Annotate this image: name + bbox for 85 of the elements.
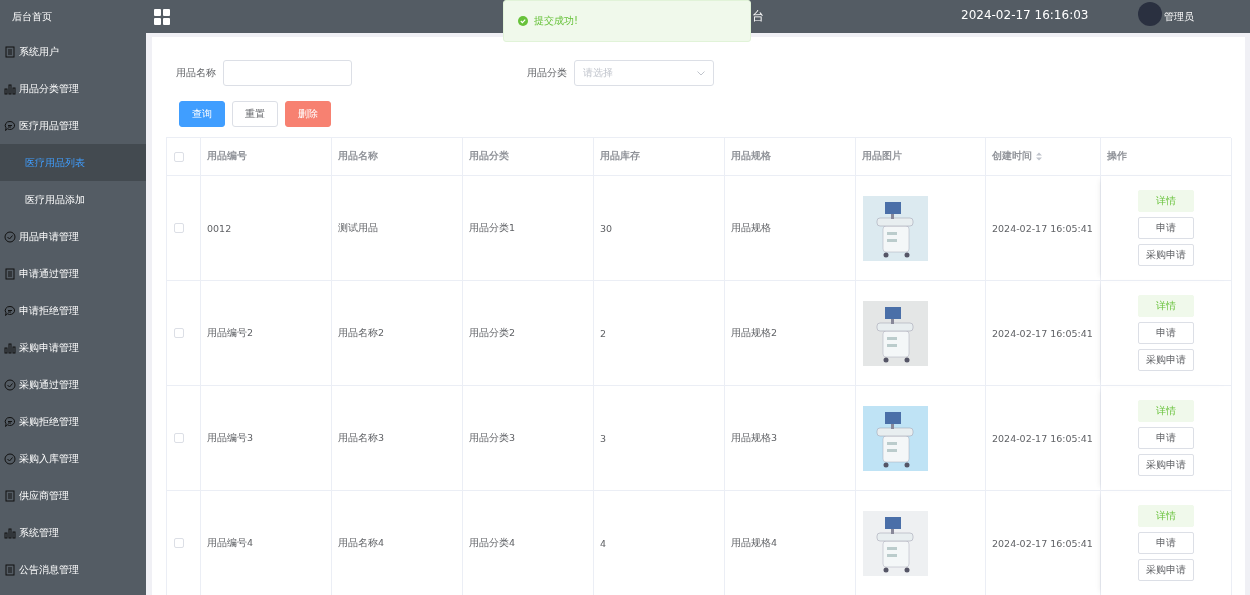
bar-chart-icon <box>4 82 16 95</box>
field-label: 用品分类 <box>527 66 567 80</box>
checkbox[interactable] <box>174 223 184 233</box>
sort-icon[interactable] <box>1036 152 1042 161</box>
table-cell: 2 <box>600 327 607 339</box>
table-cell: 用品分类4 <box>469 536 516 550</box>
chat-icon <box>4 415 16 428</box>
chat-icon <box>4 119 16 132</box>
document-icon <box>4 267 16 280</box>
purchase-request-button[interactable]: 采购申请 <box>1138 454 1194 476</box>
table-cell: 用品编号2 <box>207 326 254 340</box>
table-cell: 3 <box>600 432 607 444</box>
table-cell: 用品分类3 <box>469 431 516 445</box>
sidebar-item[interactable]: 系统用户 <box>0 33 146 70</box>
table-cell: 用品名称2 <box>338 326 385 340</box>
datetime: 2024-02-17 16:16:03 <box>961 8 1089 22</box>
checkbox[interactable] <box>174 151 184 162</box>
column-header: 用品图片 <box>862 150 902 163</box>
table-cell: 用品规格2 <box>731 326 778 340</box>
sidebar-item[interactable]: 供应商管理 <box>0 477 146 514</box>
column-header: 用品库存 <box>600 150 640 163</box>
column-header: 用品名称 <box>338 150 378 163</box>
table-cell: 30 <box>600 222 613 234</box>
table-cell: 用品编号3 <box>207 431 254 445</box>
sidebar-item[interactable]: 采购入库管理 <box>0 440 146 477</box>
chevron-down-icon <box>697 70 705 76</box>
purchase-request-button[interactable]: 采购申请 <box>1138 349 1194 371</box>
column-header: 用品编号 <box>207 150 247 163</box>
table-cell: 用品规格3 <box>731 431 778 445</box>
table-cell: 2024-02-17 16:05:41 <box>992 537 1093 549</box>
table-cell: 用品编号4 <box>207 536 254 550</box>
check-circle-icon <box>4 452 16 465</box>
check-circle-icon <box>4 230 16 243</box>
checkbox[interactable] <box>174 433 184 443</box>
user-name[interactable]: 管理员 <box>1164 10 1194 24</box>
chat-icon <box>4 304 16 317</box>
apply-button[interactable]: 申请 <box>1138 322 1194 344</box>
column-header: 操作 <box>1107 150 1127 163</box>
table-cell: 用品名称3 <box>338 431 385 445</box>
sidebar-item[interactable]: 采购申请管理 <box>0 329 146 366</box>
sidebar-item[interactable]: 用品申请管理 <box>0 218 146 255</box>
table-cell: 用品分类2 <box>469 326 516 340</box>
sidebar-item[interactable]: 申请通过管理 <box>0 255 146 292</box>
document-icon <box>4 45 16 58</box>
checkbox[interactable] <box>174 538 184 548</box>
table-cell: 0012 <box>207 222 232 234</box>
submenu-item[interactable]: 医疗用品添加 <box>0 181 146 218</box>
purchase-request-button[interactable]: 采购申请 <box>1138 559 1194 581</box>
table-cell: 用品名称4 <box>338 536 385 550</box>
check-circle-icon <box>518 16 528 26</box>
sidebar-item[interactable]: 公告消息管理 <box>0 551 146 588</box>
sidebar-item[interactable]: 采购通过管理 <box>0 366 146 403</box>
table-cell: 4 <box>600 537 607 549</box>
check-circle-icon <box>4 378 16 391</box>
name-input[interactable] <box>223 60 352 86</box>
sidebar-item[interactable]: 系统管理 <box>0 514 146 551</box>
table-cell: 2024-02-17 16:05:41 <box>992 432 1093 444</box>
table-cell: 用品规格4 <box>731 536 778 550</box>
checkbox[interactable] <box>174 328 184 338</box>
sidebar-item[interactable]: 医疗用品管理 <box>0 107 146 144</box>
table-cell: 用品分类1 <box>469 221 516 235</box>
table-cell: 2024-02-17 16:05:41 <box>992 222 1093 234</box>
app-title: 台 <box>752 8 764 25</box>
apply-button[interactable]: 申请 <box>1138 427 1194 449</box>
purchase-request-button[interactable]: 采购申请 <box>1138 244 1194 266</box>
column-header: 用品分类 <box>469 150 509 163</box>
apply-button[interactable]: 申请 <box>1138 532 1194 554</box>
bar-chart-icon <box>4 526 16 539</box>
field-label: 用品名称 <box>176 66 216 80</box>
document-icon <box>4 563 16 576</box>
home-link[interactable]: 后台首页 <box>0 0 146 33</box>
toast-message: 提交成功! <box>534 14 578 28</box>
sidebar-item[interactable]: 用品分类管理 <box>0 70 146 107</box>
sidebar-item[interactable]: 采购拒绝管理 <box>0 403 146 440</box>
bar-chart-icon <box>4 341 16 354</box>
apply-button[interactable]: 申请 <box>1138 217 1194 239</box>
sidebar-item[interactable]: 申请拒绝管理 <box>0 292 146 329</box>
table-cell: 2024-02-17 16:05:41 <box>992 327 1093 339</box>
grid-menu-icon[interactable] <box>154 8 170 25</box>
reset-button[interactable]: 重置 <box>232 101 278 127</box>
avatar[interactable] <box>1138 2 1162 26</box>
table-cell: 用品规格 <box>731 221 771 235</box>
column-header: 用品规格 <box>731 150 771 163</box>
document-icon <box>4 489 16 502</box>
table-cell: 测试用品 <box>338 221 378 235</box>
